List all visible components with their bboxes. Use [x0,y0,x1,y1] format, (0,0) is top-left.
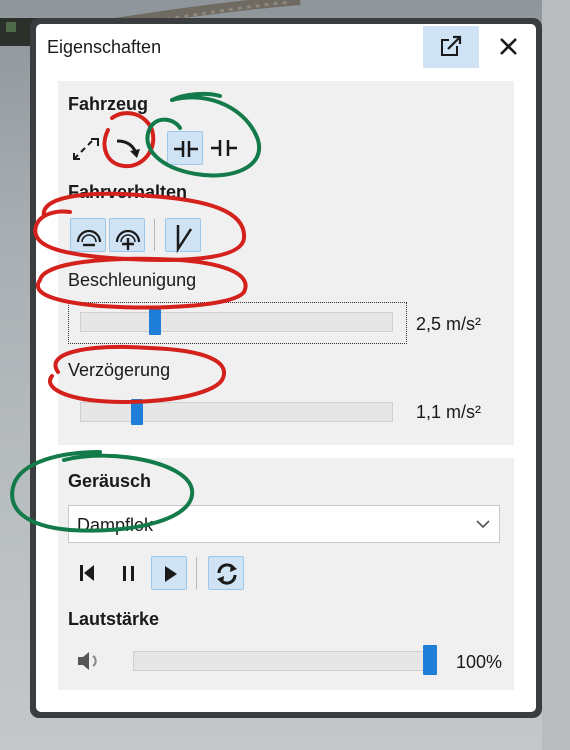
uncoupling-icon [211,140,237,156]
acceleration-slider-thumb[interactable] [149,309,162,335]
skip-back-icon [80,565,94,581]
volume-slider-thumb[interactable] [423,645,437,675]
chevron-down-icon [476,520,490,529]
expand-button[interactable] [68,131,104,165]
sound-dropdown-value: Dampflok [77,515,154,535]
ramp-button[interactable] [165,218,201,254]
volume-heading: Lautstärke [68,609,160,629]
pause-icon [123,566,134,581]
deceleration-label: Verzögerung [68,360,171,380]
close-button[interactable] [487,26,531,68]
ramp-icon [176,225,193,254]
turn-button[interactable] [109,131,145,165]
expand-arrows-icon [73,138,99,160]
vehicle-heading: Fahrzeug [68,94,149,114]
popout-icon [441,35,462,56]
player-separator [196,557,197,589]
deceleration-slider[interactable] [80,402,393,422]
acceleration-value: 2,5 m/s² [416,314,482,334]
couple-button[interactable] [167,131,203,165]
play-icon [165,566,177,582]
popout-button[interactable] [423,26,479,68]
mute-button[interactable] [70,644,106,678]
decelerate-button[interactable] [70,218,106,252]
uncouple-button[interactable] [206,131,242,165]
play-button[interactable] [151,556,187,590]
deceleration-value: 1,1 m/s² [416,402,482,422]
speaker-icon [78,652,97,670]
behavior-heading: Fahrverhalten [68,182,188,202]
turn-arrow-icon [116,139,140,158]
loop-button[interactable] [208,556,244,590]
speedometer-minus-icon [76,229,102,247]
speedometer-plus-icon [115,229,141,250]
acceleration-slider[interactable] [80,312,393,332]
sound-dropdown[interactable]: Dampflok [68,505,500,543]
volume-slider[interactable] [133,651,437,671]
volume-value: 100% [456,652,503,672]
deceleration-slider-thumb[interactable] [131,399,144,425]
sound-heading: Geräusch [68,471,152,491]
properties-window: Eigenschaften Fahrzeug Fahrverhalten Bes… [36,24,536,712]
accelerate-button[interactable] [109,218,145,252]
loop-icon [217,563,237,585]
coupling-icon [174,141,198,157]
window-title: Eigenschaften [47,37,162,57]
close-icon [500,38,517,55]
pause-button[interactable] [111,556,147,590]
toolbar-separator [154,219,155,251]
acceleration-label: Beschleunigung [68,270,197,290]
title-bar: Eigenschaften [36,24,536,70]
skip-back-button[interactable] [70,556,106,590]
